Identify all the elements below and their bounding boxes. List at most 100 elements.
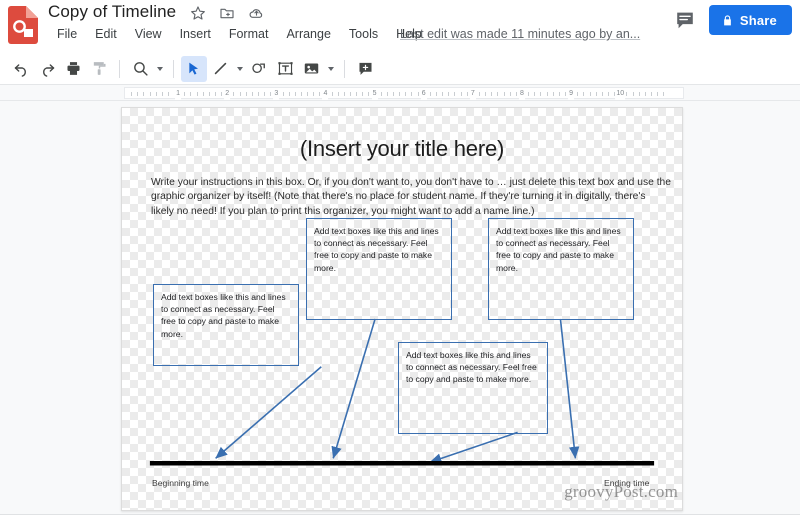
ruler-tick xyxy=(319,92,321,96)
watermark: groovyPost.com xyxy=(564,482,678,501)
ruler-number: 7 xyxy=(469,88,476,100)
ruler-tick xyxy=(491,92,493,96)
slide-title[interactable]: (Insert your title here) xyxy=(122,136,682,162)
ruler-tick xyxy=(257,92,259,96)
ruler-tick xyxy=(632,92,634,96)
share-button[interactable]: Share xyxy=(708,5,792,35)
ruler-tick xyxy=(184,92,186,96)
connector-left xyxy=(215,366,322,459)
ruler-tick xyxy=(214,92,216,96)
connector-center-bottom xyxy=(429,431,518,464)
ruler-tick xyxy=(251,92,253,96)
ruler-number: 8 xyxy=(519,88,525,100)
ruler-tick xyxy=(436,92,438,96)
print-button[interactable] xyxy=(60,56,86,82)
text-box-center-bottom[interactable]: Add text boxes like this and lines to co… xyxy=(398,342,548,434)
instructions-text-box[interactable]: Write your instructions in this box. Or,… xyxy=(151,176,671,219)
ruler-tick xyxy=(460,92,462,96)
menu-item-arrange[interactable]: Arrange xyxy=(277,25,339,43)
image-dropdown-caret[interactable] xyxy=(324,56,337,82)
menu-item-format[interactable]: Format xyxy=(220,25,278,43)
zoom-button[interactable] xyxy=(127,56,153,82)
shape-tool-button[interactable] xyxy=(246,56,272,82)
select-tool-button[interactable] xyxy=(181,55,207,82)
cloud-saved-icon[interactable] xyxy=(248,5,264,21)
ruler-tick xyxy=(558,92,560,96)
ruler-tick xyxy=(190,92,192,96)
move-to-folder-icon[interactable] xyxy=(219,5,235,21)
ruler-band: 1 2 3 4 5 6 7 8 9 10 xyxy=(0,85,800,101)
ruler-number: 1 xyxy=(175,88,182,100)
ruler-tick xyxy=(509,92,511,96)
ruler-tick xyxy=(356,92,358,96)
ruler-tick xyxy=(270,92,272,96)
ruler-tick xyxy=(663,92,665,96)
menu-item-insert[interactable]: Insert xyxy=(171,25,220,43)
ruler-tick xyxy=(552,92,554,96)
ruler-tick xyxy=(331,92,333,96)
zoom-dropdown-caret[interactable] xyxy=(153,56,166,82)
google-drawings-logo[interactable] xyxy=(8,6,38,44)
ruler-number: 3 xyxy=(273,88,280,100)
menu-bar: File Edit View Insert Format Arrange Too… xyxy=(48,25,431,43)
ruler-tick xyxy=(626,92,628,96)
share-button-label: Share xyxy=(739,12,777,28)
ruler-tick xyxy=(417,92,419,96)
ruler-number: 4 xyxy=(322,88,329,100)
ruler-tick xyxy=(221,92,223,96)
ruler-tick xyxy=(479,92,480,96)
ruler-tick xyxy=(208,92,210,96)
ruler-tick xyxy=(239,92,241,96)
ruler-tick xyxy=(442,92,444,96)
ruler-tick xyxy=(350,92,352,96)
line-tool-button[interactable] xyxy=(207,56,233,82)
ruler-tick xyxy=(300,92,302,96)
text-box-right[interactable]: Add text boxes like this and lines to co… xyxy=(488,218,634,320)
ruler-tick xyxy=(196,92,198,96)
ruler-tick xyxy=(294,92,296,96)
last-edit-status[interactable]: Last edit was made 11 minutes ago by an.… xyxy=(400,27,640,41)
ruler-tick xyxy=(534,92,536,96)
comment-icon[interactable] xyxy=(674,9,696,31)
text-box-tool-button[interactable] xyxy=(272,56,298,82)
google-drawings-window: Copy of Timeline File Edit View Insert F… xyxy=(0,0,800,515)
ruler-tick xyxy=(583,92,585,96)
ruler-tick xyxy=(343,92,345,96)
text-box-left[interactable]: Add text boxes like this and lines to co… xyxy=(153,284,299,366)
ruler-tick xyxy=(540,92,542,96)
image-tool-button[interactable] xyxy=(298,56,324,82)
add-comment-button[interactable] xyxy=(352,56,378,82)
ruler-tick xyxy=(399,92,401,96)
toolbar-divider xyxy=(119,59,120,78)
paint-format-button[interactable] xyxy=(86,56,112,82)
ruler-tick xyxy=(466,92,468,96)
undo-button[interactable] xyxy=(8,56,34,82)
ruler-tick xyxy=(497,92,499,96)
ruler-tick xyxy=(657,92,659,96)
ruler-number: 5 xyxy=(371,88,378,100)
ruler-tick xyxy=(595,92,597,96)
ruler-tick xyxy=(161,92,163,96)
timeline-start-label[interactable]: Beginning time xyxy=(152,478,209,488)
ruler-tick xyxy=(313,92,315,96)
ruler-tick xyxy=(386,92,388,96)
connector-right xyxy=(559,318,580,459)
ruler-tick xyxy=(368,92,370,96)
menu-item-file[interactable]: File xyxy=(48,25,86,43)
line-dropdown-caret[interactable] xyxy=(233,56,246,82)
star-outline-icon[interactable] xyxy=(190,5,206,21)
toolbar-divider xyxy=(344,59,345,78)
ruler-tick xyxy=(528,92,530,96)
redo-button[interactable] xyxy=(34,56,60,82)
drawing-canvas[interactable]: (Insert your title here) Write your inst… xyxy=(121,107,683,511)
ruler-number: 2 xyxy=(224,88,231,100)
ruler-tick xyxy=(601,92,603,96)
horizontal-ruler[interactable]: 1 2 3 4 5 6 7 8 9 10 xyxy=(124,87,684,100)
document-title[interactable]: Copy of Timeline xyxy=(48,2,176,22)
ruler-number: 9 xyxy=(568,88,575,100)
menu-item-edit[interactable]: Edit xyxy=(86,25,126,43)
menu-item-tools[interactable]: Tools xyxy=(340,25,387,43)
ruler-tick xyxy=(564,92,566,96)
text-box-center-top[interactable]: Add text boxes like this and lines to co… xyxy=(306,218,452,320)
menu-item-view[interactable]: View xyxy=(126,25,171,43)
